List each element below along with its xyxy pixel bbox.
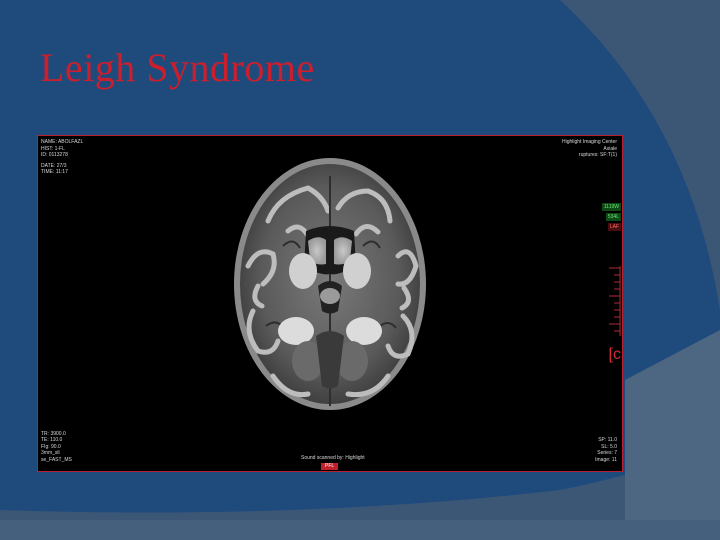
patient-name-text: NAME: ABOLFAZL <box>41 139 84 145</box>
center-info-overlay: Highlight Imaging Center Axiale ruptures… <box>562 139 617 159</box>
series-info-overlay: SP: 11.0 SL: 5.0 Series: 7 Image: 11 <box>595 437 617 463</box>
slide-title: Leigh Syndrome <box>40 45 315 90</box>
scan-parameters-overlay: TR: 3900.0 TE: 110.0 FIg: 90.0 3mm_sli s… <box>41 431 72 464</box>
window-level-tag[interactable]: 534L <box>605 213 621 221</box>
center-name-text: Highlight Imaging Center <box>561 139 617 145</box>
mri-brain-scan-image <box>234 158 426 410</box>
orientation-tag[interactable]: LAF <box>607 223 621 231</box>
background-right-panel <box>625 330 720 540</box>
patient-info-overlay: NAME: ABOLFAZL HIST: 1-FL ID: 0113278 DA… <box>41 139 83 176</box>
scanner-credit-text: Sound scanned by: Highlight <box>301 454 365 461</box>
background-bottom-strip <box>0 520 720 540</box>
ruler-scale <box>609 266 621 336</box>
sequence-text: ruptures: SF:T(1) <box>578 152 617 158</box>
sequence-name-text: se_FAST_MS <box>41 456 72 463</box>
orientation-button[interactable]: PFL <box>321 463 339 470</box>
mri-image-panel: NAME: ABOLFAZL HIST: 1-FL ID: 0113278 DA… <box>37 135 623 472</box>
series-number-text: Series: 7 <box>597 450 617 456</box>
image-number-text: Image: 11 <box>595 456 617 463</box>
scan-time-text: TIME: 11:17 <box>41 169 68 175</box>
bracket-marker: [c <box>608 346 621 363</box>
sp-value-text: SP: 11.0 <box>598 437 617 443</box>
window-width-tag[interactable]: 1119W <box>601 203 621 211</box>
